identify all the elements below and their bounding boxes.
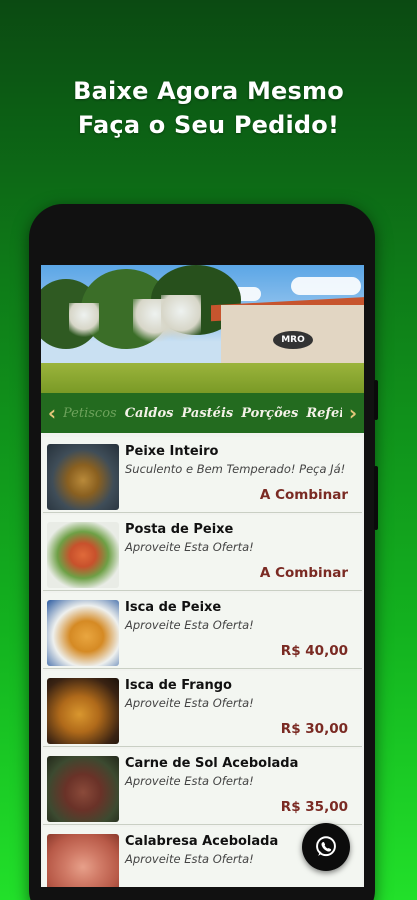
tab-pasteis[interactable]: Pastéis	[182, 406, 234, 421]
promo-line-1: Baixe Agora Mesmo	[73, 77, 344, 105]
whatsapp-button[interactable]	[302, 823, 350, 871]
tab-petiscos[interactable]: Petiscos	[63, 406, 117, 421]
chevron-left-icon[interactable]: ‹	[41, 401, 63, 425]
menu-item-description: Aproveite Esta Oferta!	[125, 618, 254, 632]
phone-side-button	[374, 380, 378, 420]
restaurant-banner-image: MRO	[41, 265, 364, 393]
fish-dish-photo	[47, 444, 119, 510]
menu-item-description: Suculento e Bem Temperado! Peça Já!	[125, 462, 346, 476]
tab-refeicoes[interactable]: Refei	[306, 406, 342, 421]
menu-item-name: Isca de Frango	[125, 678, 232, 693]
menu-item-description: Aproveite Esta Oferta!	[125, 774, 254, 788]
menu-item-name: Posta de Peixe	[125, 522, 234, 537]
menu-item-name: Carne de Sol Acebolada	[125, 756, 299, 771]
whatsapp-icon	[316, 836, 336, 857]
system-nav-bar	[41, 887, 364, 900]
menu-item[interactable]: Isca de Frango Aproveite Esta Oferta! R$…	[43, 671, 362, 747]
menu-item[interactable]: Isca de Peixe Aproveite Esta Oferta! R$ …	[43, 593, 362, 669]
menu-item[interactable]: Posta de Peixe Aproveite Esta Oferta! A …	[43, 515, 362, 591]
menu-item-price: R$ 30,00	[280, 721, 348, 737]
phone-side-button	[374, 466, 378, 530]
menu-item-description: Aproveite Esta Oferta!	[125, 696, 254, 710]
category-tabs: Petiscos Caldos Pastéis Porções Refei	[63, 406, 342, 421]
category-nav: ‹ Petiscos Caldos Pastéis Porções Refei …	[41, 393, 364, 433]
menu-item-description: Aproveite Esta Oferta!	[125, 540, 254, 554]
app-screen: MRO ‹ Petiscos Caldos Pastéis Porções Re…	[41, 265, 364, 900]
menu-item-name: Peixe Inteiro	[125, 444, 219, 459]
menu-item[interactable]: Peixe Inteiro Suculento e Bem Temperado!…	[43, 437, 362, 513]
promo-line-2: Faça o Seu Pedido!	[77, 111, 340, 139]
promo-headline: Baixe Agora Mesmo Faça o Seu Pedido!	[0, 74, 417, 142]
menu-item-price: A Combinar	[259, 565, 348, 581]
restaurant-sign: MRO	[273, 331, 313, 349]
menu-item-price: R$ 40,00	[280, 643, 348, 659]
fried-chicken-photo	[47, 678, 119, 744]
fish-steak-photo	[47, 522, 119, 588]
menu-item-price: R$ 35,00	[280, 799, 348, 815]
menu-item-name: Calabresa Acebolada	[125, 834, 279, 849]
menu-item[interactable]: Carne de Sol Acebolada Aproveite Esta Of…	[43, 749, 362, 825]
tab-porcoes[interactable]: Porções	[241, 406, 298, 421]
beef-onions-photo	[47, 756, 119, 822]
fried-fish-photo	[47, 600, 119, 666]
chevron-right-icon[interactable]: ›	[342, 401, 364, 425]
tab-caldos[interactable]: Caldos	[125, 406, 174, 421]
menu-item-name: Isca de Peixe	[125, 600, 222, 615]
menu-item-price: A Combinar	[259, 487, 348, 503]
